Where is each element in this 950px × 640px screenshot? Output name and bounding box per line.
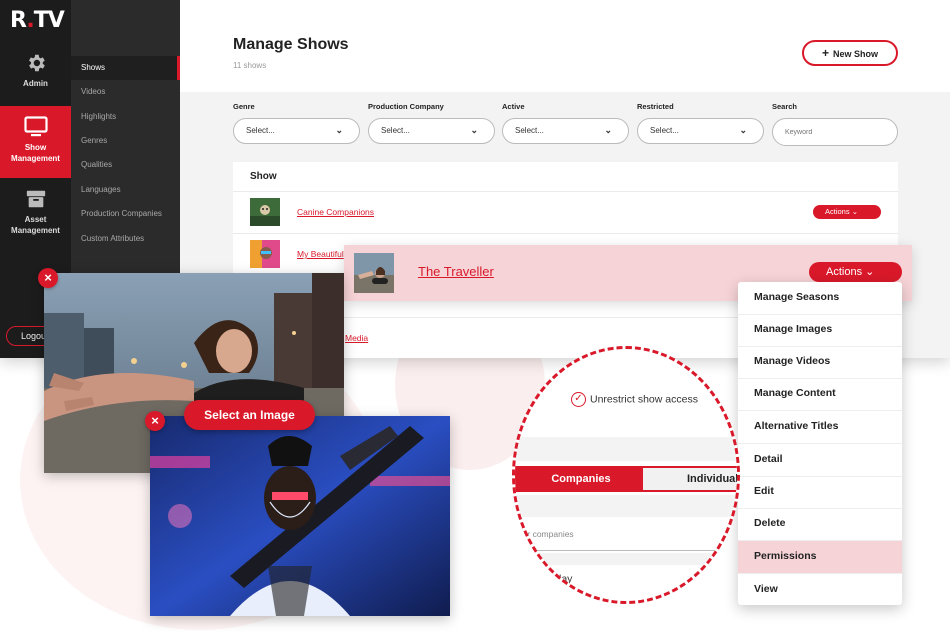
table-row: Canine Companions Actions ⌄ <box>233 191 898 233</box>
tab-individuals[interactable]: Individuals <box>641 466 737 492</box>
rail-label: Admin <box>23 79 48 88</box>
divider <box>515 553 737 565</box>
stage: R.TV Admin Show Management Asset Managem… <box>0 0 950 640</box>
chevron-down-icon: ⌄ <box>851 207 858 216</box>
subnav-item-videos[interactable]: Videos <box>71 80 180 104</box>
unrestrict-label: Unrestrict show access <box>590 393 698 406</box>
menu-item-manage-videos[interactable]: Manage Videos <box>738 346 902 379</box>
show-count: 11 shows <box>233 61 267 70</box>
filter-active: Active Select... ⌄ <box>502 102 629 144</box>
check-icon: ✓ <box>571 392 586 407</box>
restricted-select[interactable]: Select... ⌄ <box>637 118 764 144</box>
company-search-input[interactable]: Search for companies <box>515 517 727 551</box>
rail-label: Show Management <box>11 143 60 163</box>
show-thumbnail <box>250 240 280 268</box>
new-show-label: New Show <box>833 49 879 59</box>
filter-label: Search <box>772 102 798 111</box>
logo[interactable]: R.TV <box>10 8 65 33</box>
image-option-neon[interactable] <box>150 416 450 616</box>
page-title: Manage Shows <box>233 36 349 53</box>
search-input[interactable] <box>772 118 898 146</box>
subnav-item-languages[interactable]: Languages <box>71 178 180 202</box>
rail-item-asset-management[interactable]: Asset Management <box>0 188 71 250</box>
new-show-button[interactable]: + New Show <box>802 40 898 66</box>
active-select[interactable]: Select... ⌄ <box>502 118 629 144</box>
menu-item-edit[interactable]: Edit <box>738 476 902 509</box>
tv-icon <box>23 116 48 137</box>
subnav-item-production-companies[interactable]: Production Companies <box>71 202 180 226</box>
menu-item-permissions[interactable]: Permissions <box>738 541 902 574</box>
filter-genre: Genre Select... ⌄ <box>233 102 360 144</box>
menu-item-alternative-titles[interactable]: Alternative Titles <box>738 411 902 444</box>
divider <box>515 437 737 461</box>
subnav-item-shows[interactable]: Shows <box>71 56 180 80</box>
chevron-down-icon: ⌄ <box>470 125 478 135</box>
menu-item-manage-images[interactable]: Manage Images <box>738 314 902 347</box>
archive-icon <box>26 190 45 208</box>
show-thumbnail <box>250 198 280 226</box>
show-link[interactable]: The Traveller <box>418 264 494 279</box>
menu-item-delete[interactable]: Delete <box>738 508 902 541</box>
actions-button[interactable]: Actions ⌄ <box>813 205 881 219</box>
permissions-panel: ✓ Unrestrict show access Companies Indivi… <box>515 349 737 601</box>
menu-item-detail[interactable]: Detail <box>738 444 902 477</box>
chevron-down-icon: ⌄ <box>335 125 343 135</box>
tab-companies[interactable]: Companies <box>515 466 641 492</box>
divider <box>515 495 737 517</box>
menu-item-view[interactable]: View <box>738 574 902 607</box>
filter-label: Active <box>502 102 525 111</box>
rail-label: Asset Management <box>11 215 60 235</box>
remove-image-icon[interactable]: × <box>38 268 58 288</box>
filter-label: Genre <box>233 102 255 111</box>
filter-search: Search <box>772 102 899 146</box>
rail-item-show-management[interactable]: Show Management <box>0 106 71 178</box>
page-header: Manage Shows 11 shows + New Show <box>180 0 950 92</box>
chevron-down-icon: ⌄ <box>604 125 612 135</box>
display-label: Display <box>538 573 573 585</box>
show-thumbnail <box>354 253 394 293</box>
actions-button[interactable]: Actions ⌄ <box>809 262 902 282</box>
subnav-item-genres[interactable]: Genres <box>71 129 180 153</box>
remove-image-icon[interactable]: × <box>145 411 165 431</box>
menu-item-manage-seasons[interactable]: Manage Seasons <box>738 282 902 315</box>
show-link[interactable]: Media <box>345 333 368 343</box>
subnav-item-custom-attributes[interactable]: Custom Attributes <box>71 227 180 251</box>
filter-restricted: Restricted Select... ⌄ <box>637 102 764 144</box>
production-company-select[interactable]: Select... ⌄ <box>368 118 495 144</box>
filter-production-company: Production Company Select... ⌄ <box>368 102 495 144</box>
column-header-show: Show <box>250 171 277 182</box>
unrestrict-checkbox[interactable]: ✓ Unrestrict show access <box>571 392 698 407</box>
menu-item-manage-content[interactable]: Manage Content <box>738 378 902 411</box>
plus-icon: + <box>821 46 829 60</box>
filter-label: Restricted <box>637 102 674 111</box>
filter-label: Production Company <box>368 102 444 111</box>
select-image-button[interactable]: Select an Image <box>184 400 315 430</box>
show-link[interactable]: My Beautiful <box>297 249 344 259</box>
neon-photo <box>150 416 450 616</box>
actions-menu: Manage Seasons Manage Images Manage Vide… <box>738 282 902 605</box>
subnav-item-qualities[interactable]: Qualities <box>71 153 180 177</box>
chevron-down-icon: ⌄ <box>739 125 747 135</box>
permissions-zoom: ✓ Unrestrict show access Companies Indivi… <box>512 346 740 604</box>
chevron-down-icon: ⌄ <box>865 266 875 278</box>
rail-item-admin[interactable]: Admin <box>0 52 71 114</box>
gear-icon <box>28 54 45 72</box>
subnav-item-highlights[interactable]: Highlights <box>71 105 180 129</box>
genre-select[interactable]: Select... ⌄ <box>233 118 360 144</box>
show-link[interactable]: Canine Companions <box>297 207 374 217</box>
